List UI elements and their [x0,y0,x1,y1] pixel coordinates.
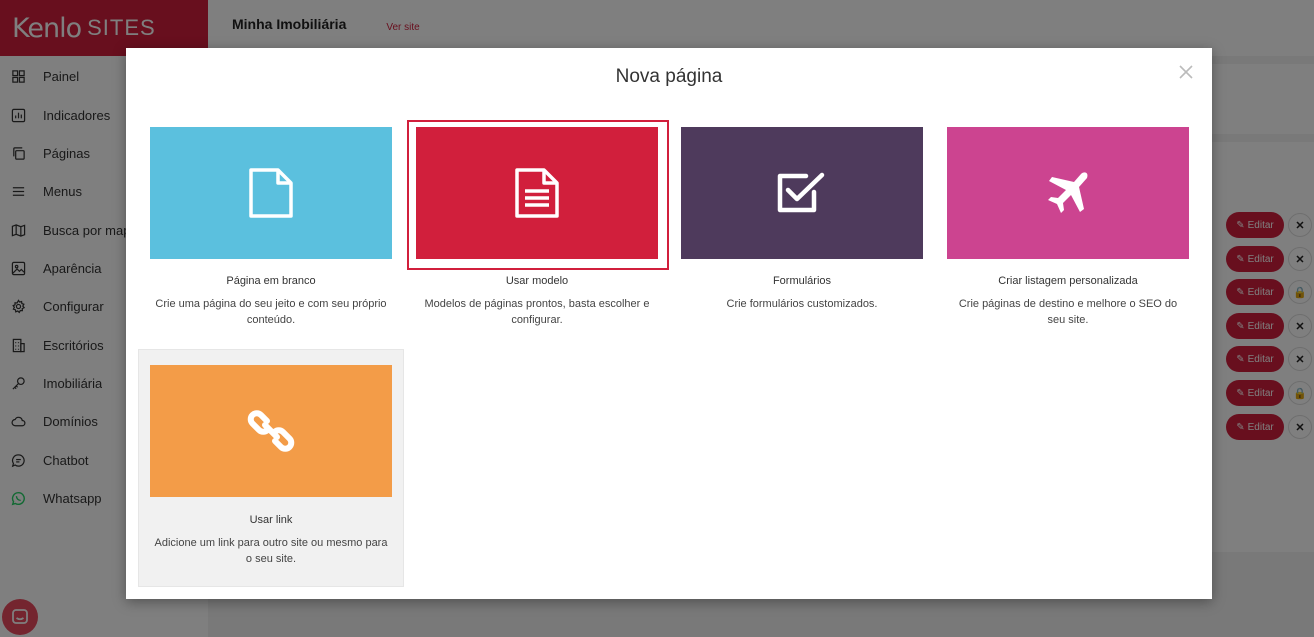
option-use-link[interactable]: Usar link Adicione um link para outro si… [138,349,404,587]
option-name: Usar modelo [505,275,569,287]
option-thumbnail [681,127,923,259]
close-icon[interactable] [1178,64,1194,80]
option-description: Modelos de páginas prontos, basta escolh… [424,298,650,326]
selection-highlight [407,120,669,270]
option-description: Crie formulários customizados. [726,298,878,310]
option-description: Crie uma página do seu jeito e com seu p… [155,298,387,326]
link-icon [247,410,295,452]
option-description: Crie páginas de destino e melhore o SEO … [958,298,1178,326]
new-page-modal: Nova página Página em branco Crie uma pá… [126,48,1212,599]
option-description: Adicione um link para outro site ou mesm… [154,537,388,565]
option-name: Página em branco [226,275,316,287]
blank-page-icon [249,168,293,218]
option-name: Formulários [772,275,832,287]
option-name: Usar link [249,514,293,526]
option-thumbnail [150,127,392,259]
option-name: Criar listagem personalizada [998,275,1138,287]
airplane-icon [1048,172,1088,213]
option-thumbnail [150,365,392,497]
checkbox-icon [777,172,825,213]
option-forms[interactable]: Formulários Crie formulários customizado… [669,127,935,367]
modal-title: Nova página [615,66,723,87]
option-custom-listing[interactable]: Criar listagem personalizada Crie página… [935,127,1201,367]
option-blank-page[interactable]: Página em branco Crie uma página do seu … [138,127,404,367]
option-thumbnail [947,127,1189,259]
